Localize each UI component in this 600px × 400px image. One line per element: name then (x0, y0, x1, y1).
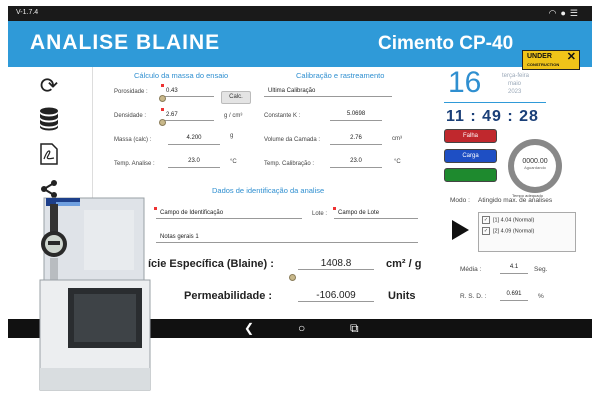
perm-value: -106.009 (298, 290, 374, 302)
calib-section-title: Calibração e rastreamento (296, 71, 385, 80)
home-icon[interactable]: ○ (298, 321, 305, 335)
porosidade-handle[interactable] (159, 95, 166, 102)
blaine-label: ície Específica (Blaine) : (148, 258, 274, 270)
perm-unit: Units (388, 290, 416, 302)
item-index: [1] (493, 217, 500, 224)
falha-indicator[interactable]: Falha (444, 129, 497, 143)
pdf-icon[interactable] (34, 143, 64, 171)
badge-line1: UNDER (527, 53, 552, 60)
timer-inner: 0000.00 Aguardando (514, 145, 556, 187)
temp-calib-value: 23.0 (330, 158, 382, 168)
temp-calib-unit: °C (394, 159, 401, 165)
notas-input[interactable]: Notas gerais 1 (156, 234, 418, 243)
lote-input[interactable]: Campo de Lote (334, 210, 418, 219)
rsd-value: 0.691 (500, 291, 528, 301)
product-name: Cimento CP-40 (378, 33, 514, 54)
carga-indicator[interactable]: Carga (444, 149, 497, 163)
checkbox[interactable]: ✓ (482, 216, 490, 224)
date-weekday: terça-feira (502, 73, 530, 79)
version-label: V-1.7.4 (16, 9, 39, 16)
volume-label: Volume da Camada : (264, 137, 321, 143)
app-header: ANALISE BLAINE Cimento CP-40 (8, 21, 592, 67)
item-text: 4.04 (Normal) (500, 217, 535, 224)
timer-label: Aguardando (524, 165, 546, 170)
list-item[interactable]: ✓ [1] 4.04 (Normal) (482, 216, 534, 224)
constante-value: 5.0698 (330, 111, 382, 121)
densidade-handle[interactable] (159, 119, 166, 126)
checkbox[interactable]: ✓ (482, 227, 490, 235)
temp-calib-label: Temp. Calibração : (264, 161, 315, 167)
required-marker (161, 84, 164, 87)
mode-value: Atingido max. de analises (478, 197, 553, 204)
porosidade-label: Porosidade : (114, 89, 148, 95)
densidade-label: Densidade : (114, 113, 147, 119)
back-icon[interactable]: ❮ (244, 321, 254, 335)
media-label: Média : (460, 266, 482, 273)
campo-identificacao-input[interactable]: Campo de Identificação (156, 210, 302, 219)
massa-unit: g (230, 133, 234, 139)
ultima-calibracao-field[interactable]: Ultima Calibração (264, 88, 392, 97)
blaine-handle[interactable] (289, 274, 296, 281)
media-value: 4.1 (500, 264, 528, 274)
app-title: ANALISE BLAINE (30, 31, 221, 54)
mode-label: Modo : (450, 197, 470, 204)
item-index: [2] (493, 228, 500, 235)
massa-label: Massa (calc) : (114, 137, 152, 143)
perm-label: Permeabilidade : (184, 290, 273, 302)
date-detail: terça-feira maio 2023 (502, 72, 529, 96)
android-icon: ● (560, 8, 570, 18)
tools-icon: ✕ (566, 51, 576, 63)
volume-unit: cm³ (392, 136, 402, 142)
under-construction-badge: UNDER CONSTRUCTION ✕ (522, 50, 580, 70)
wifi-icon: ◠ (548, 8, 561, 18)
status-icons: ◠●☰ (549, 8, 582, 19)
required-marker (161, 108, 164, 111)
item-text: 4.09 (Normal) (500, 228, 535, 235)
history-list: ✓ [1] 4.04 (Normal) ✓ [2] 4.09 (Normal) (478, 212, 576, 252)
recent-apps-icon[interactable]: ⧉ (350, 321, 359, 336)
date-day: 16 (448, 66, 482, 99)
clock: 11 : 49 : 28 (446, 108, 539, 125)
database-icon[interactable] (34, 107, 64, 137)
mass-section-title: Cálculo da massa do ensaio (134, 71, 229, 80)
list-item[interactable]: ✓ [2] 4.09 (Normal) (482, 227, 534, 235)
blaine-value: 1408.8 (298, 258, 374, 270)
blaine-apparatus-image (39, 197, 151, 391)
densidade-unit: g / cm³ (224, 113, 243, 119)
rsd-label: R. S. D. : (460, 293, 487, 300)
date-month: maio (508, 81, 522, 87)
divider (444, 102, 546, 103)
rsd-unit: % (538, 293, 544, 300)
media-unit: Seg. (534, 266, 548, 273)
date-year: 2023 (508, 89, 522, 95)
calc-button[interactable]: Calc. (221, 91, 251, 104)
green-indicator[interactable] (444, 168, 497, 182)
menu-icon[interactable]: ☰ (570, 8, 582, 18)
refresh-icon[interactable]: ⟳ (34, 73, 64, 99)
timer-gauge: 0000.00 Aguardando (508, 139, 562, 193)
temp-analise-unit: °C (230, 159, 237, 165)
constante-label: Constante K : (264, 113, 301, 119)
volume-value: 2.76 (330, 135, 382, 145)
ident-section-title: Dados de identificação da analise (212, 186, 325, 195)
temp-analise-label: Temp. Analise : (114, 161, 155, 167)
play-icon[interactable] (452, 220, 469, 240)
temp-analise-value: 23.0 (168, 158, 220, 168)
densidade-input[interactable]: 2.67 (162, 112, 214, 121)
timer-value: 0000.00 (522, 158, 548, 165)
status-bar: V-1.7.4 ◠●☰ (8, 6, 592, 21)
blaine-unit: cm² / g (386, 258, 422, 270)
lote-label: Lote : (312, 211, 328, 217)
porosidade-input[interactable]: 0.43 (162, 88, 214, 97)
massa-value: 4.200 (168, 135, 220, 145)
